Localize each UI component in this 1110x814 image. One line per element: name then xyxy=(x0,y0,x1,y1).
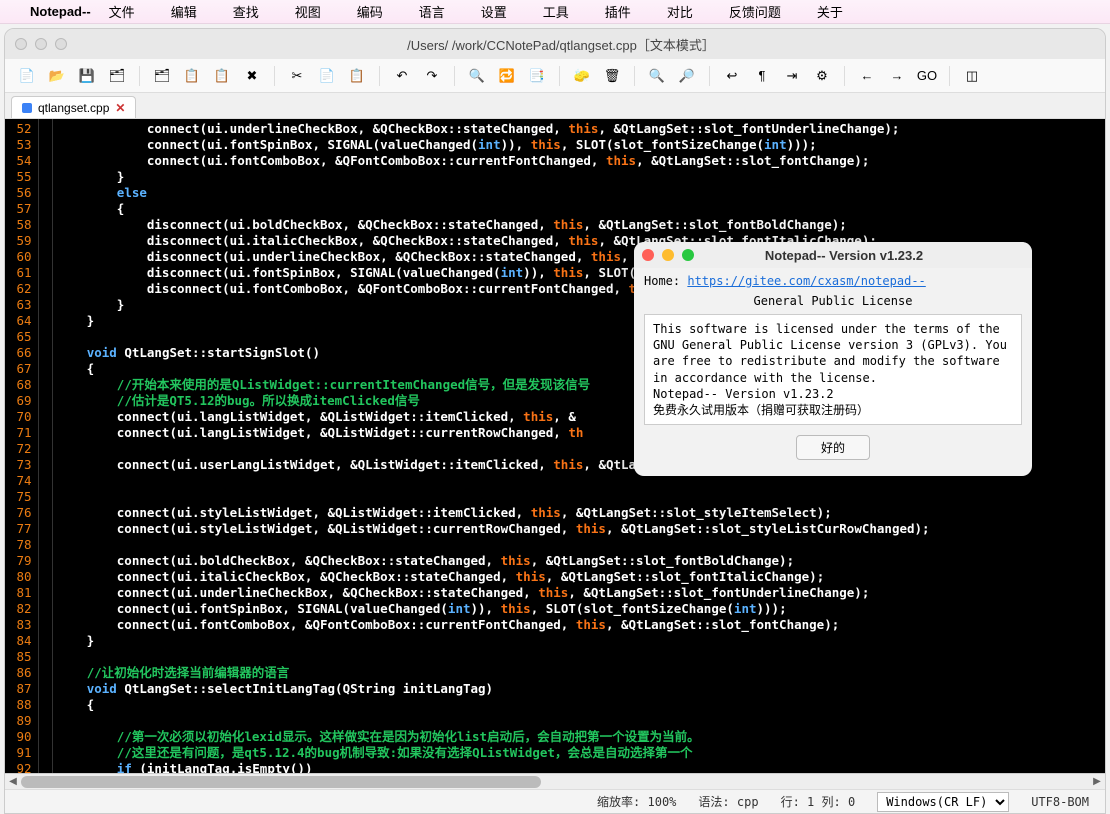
copy-icon[interactable]: 📋 xyxy=(180,64,204,88)
window-title: /Users/ /work/CCNotePad/qtlangset.cpp［文本… xyxy=(77,35,1095,54)
separator xyxy=(949,66,950,86)
dialog-close-icon[interactable] xyxy=(642,249,654,261)
minimize-window-icon[interactable] xyxy=(35,38,47,50)
scroll-right-icon[interactable]: ▶ xyxy=(1089,774,1105,790)
close-window-icon[interactable] xyxy=(15,38,27,50)
redo-icon[interactable]: ↷ xyxy=(420,64,444,88)
open-icon[interactable]: 📂 xyxy=(45,64,69,88)
app-name[interactable]: Notepad-- xyxy=(30,4,91,19)
undo-icon[interactable]: ↶ xyxy=(390,64,414,88)
separator xyxy=(139,66,140,86)
invisible-icon[interactable]: ¶ xyxy=(750,64,774,88)
menu-item[interactable]: 反馈问题 xyxy=(729,2,781,21)
ok-button[interactable]: 好的 xyxy=(796,435,870,460)
menu-item[interactable]: 关于 xyxy=(817,2,843,21)
separator xyxy=(844,66,845,86)
zoom-window-icon[interactable] xyxy=(55,38,67,50)
wrap-icon[interactable]: ↩ xyxy=(720,64,744,88)
separator xyxy=(634,66,635,86)
tab-qtlangset[interactable]: qtlangset.cpp ✕ xyxy=(11,96,136,118)
cut-icon[interactable]: ✂ xyxy=(285,64,309,88)
lang-status: 语法: cpp xyxy=(698,793,758,810)
eol-select[interactable]: Windows(CR LF) xyxy=(877,792,1009,812)
home-row: Home: https://gitee.com/cxasm/notepad-- xyxy=(644,274,1022,288)
go-icon[interactable]: GO xyxy=(915,64,939,88)
gpl-label: General Public License xyxy=(644,294,1022,308)
menu-item[interactable]: 视图 xyxy=(295,2,321,21)
separator xyxy=(454,66,455,86)
menu-item[interactable]: 工具 xyxy=(543,2,569,21)
menu-item[interactable]: 编码 xyxy=(357,2,383,21)
split-icon[interactable]: ◫ xyxy=(960,64,984,88)
replace-icon[interactable]: 🔁 xyxy=(495,64,519,88)
toolbar: 📄📂💾🗂🗂📋📋✖✂📄📋↶↷🔍🔁📑🧽🗑🔍🔎↩¶⇥⚙←→GO◫ xyxy=(5,59,1105,93)
eraser-icon[interactable]: 🧽 xyxy=(570,64,594,88)
scroll-left-icon[interactable]: ◀ xyxy=(5,774,21,790)
separator xyxy=(379,66,380,86)
find-icon[interactable]: 🔍 xyxy=(465,64,489,88)
menu-item[interactable]: 语言 xyxy=(419,2,445,21)
license-box: This software is licensed under the term… xyxy=(644,314,1022,425)
titlebar: /Users/ /work/CCNotePad/qtlangset.cpp［文本… xyxy=(5,29,1105,59)
dialog-zoom-icon[interactable] xyxy=(682,249,694,261)
tabs-icon[interactable]: 🗂 xyxy=(150,64,174,88)
paste2-icon[interactable]: 📋 xyxy=(345,64,369,88)
forward-icon[interactable]: → xyxy=(885,64,909,88)
fold-margin[interactable] xyxy=(39,119,53,773)
dialog-titlebar: Notepad-- Version v1.23.2 xyxy=(634,242,1032,268)
menu-item[interactable]: 编辑 xyxy=(171,2,197,21)
settings-icon[interactable]: ⚙ xyxy=(810,64,834,88)
dialog-minimize-icon[interactable] xyxy=(662,249,674,261)
saveall-icon[interactable]: 🗂 xyxy=(105,64,129,88)
encoding-status: UTF8-BOM xyxy=(1031,795,1089,809)
line-gutter: 52 53 54 55 56 57 58 59 60 61 62 63 64 6… xyxy=(5,119,39,773)
pos-status: 行: 1 列: 0 xyxy=(781,793,856,810)
mark-icon[interactable]: 📑 xyxy=(525,64,549,88)
tabbar: qtlangset.cpp ✕ xyxy=(5,93,1105,119)
clear-icon[interactable]: 🗑 xyxy=(600,64,624,88)
separator xyxy=(709,66,710,86)
save-icon[interactable]: 💾 xyxy=(75,64,99,88)
horizontal-scrollbar[interactable]: ◀ ▶ xyxy=(5,773,1105,789)
menu-item[interactable]: 对比 xyxy=(667,2,693,21)
menu-item[interactable]: 文件 xyxy=(109,2,135,21)
menu-item[interactable]: 查找 xyxy=(233,2,259,21)
dialog-title: Notepad-- Version v1.23.2 xyxy=(704,248,1024,263)
statusbar: 缩放率: 100% 语法: cpp 行: 1 列: 0 Windows(CR L… xyxy=(5,789,1105,813)
about-dialog: Notepad-- Version v1.23.2 Home: https://… xyxy=(634,242,1032,476)
close-tab-icon[interactable]: ✕ xyxy=(115,101,125,115)
home-link[interactable]: https://gitee.com/cxasm/notepad-- xyxy=(687,274,925,288)
zoomin-icon[interactable]: 🔍 xyxy=(645,64,669,88)
new-icon[interactable]: 📄 xyxy=(15,64,39,88)
back-icon[interactable]: ← xyxy=(855,64,879,88)
file-icon xyxy=(22,103,32,113)
zoomout-icon[interactable]: 🔎 xyxy=(675,64,699,88)
separator xyxy=(559,66,560,86)
copy2-icon[interactable]: 📄 xyxy=(315,64,339,88)
scroll-thumb[interactable] xyxy=(21,776,541,788)
close-icon[interactable]: ✖ xyxy=(240,64,264,88)
zoom-status: 缩放率: 100% xyxy=(597,793,676,810)
indent-icon[interactable]: ⇥ xyxy=(780,64,804,88)
menu-item[interactable]: 插件 xyxy=(605,2,631,21)
paste-icon[interactable]: 📋 xyxy=(210,64,234,88)
separator xyxy=(274,66,275,86)
menu-item[interactable]: 设置 xyxy=(481,2,507,21)
tab-label: qtlangset.cpp xyxy=(38,101,109,115)
mac-menubar: Notepad-- 文件 编辑 查找 视图 编码 语言 设置 工具 插件 对比 反馈问题 关于 xyxy=(0,0,1110,24)
